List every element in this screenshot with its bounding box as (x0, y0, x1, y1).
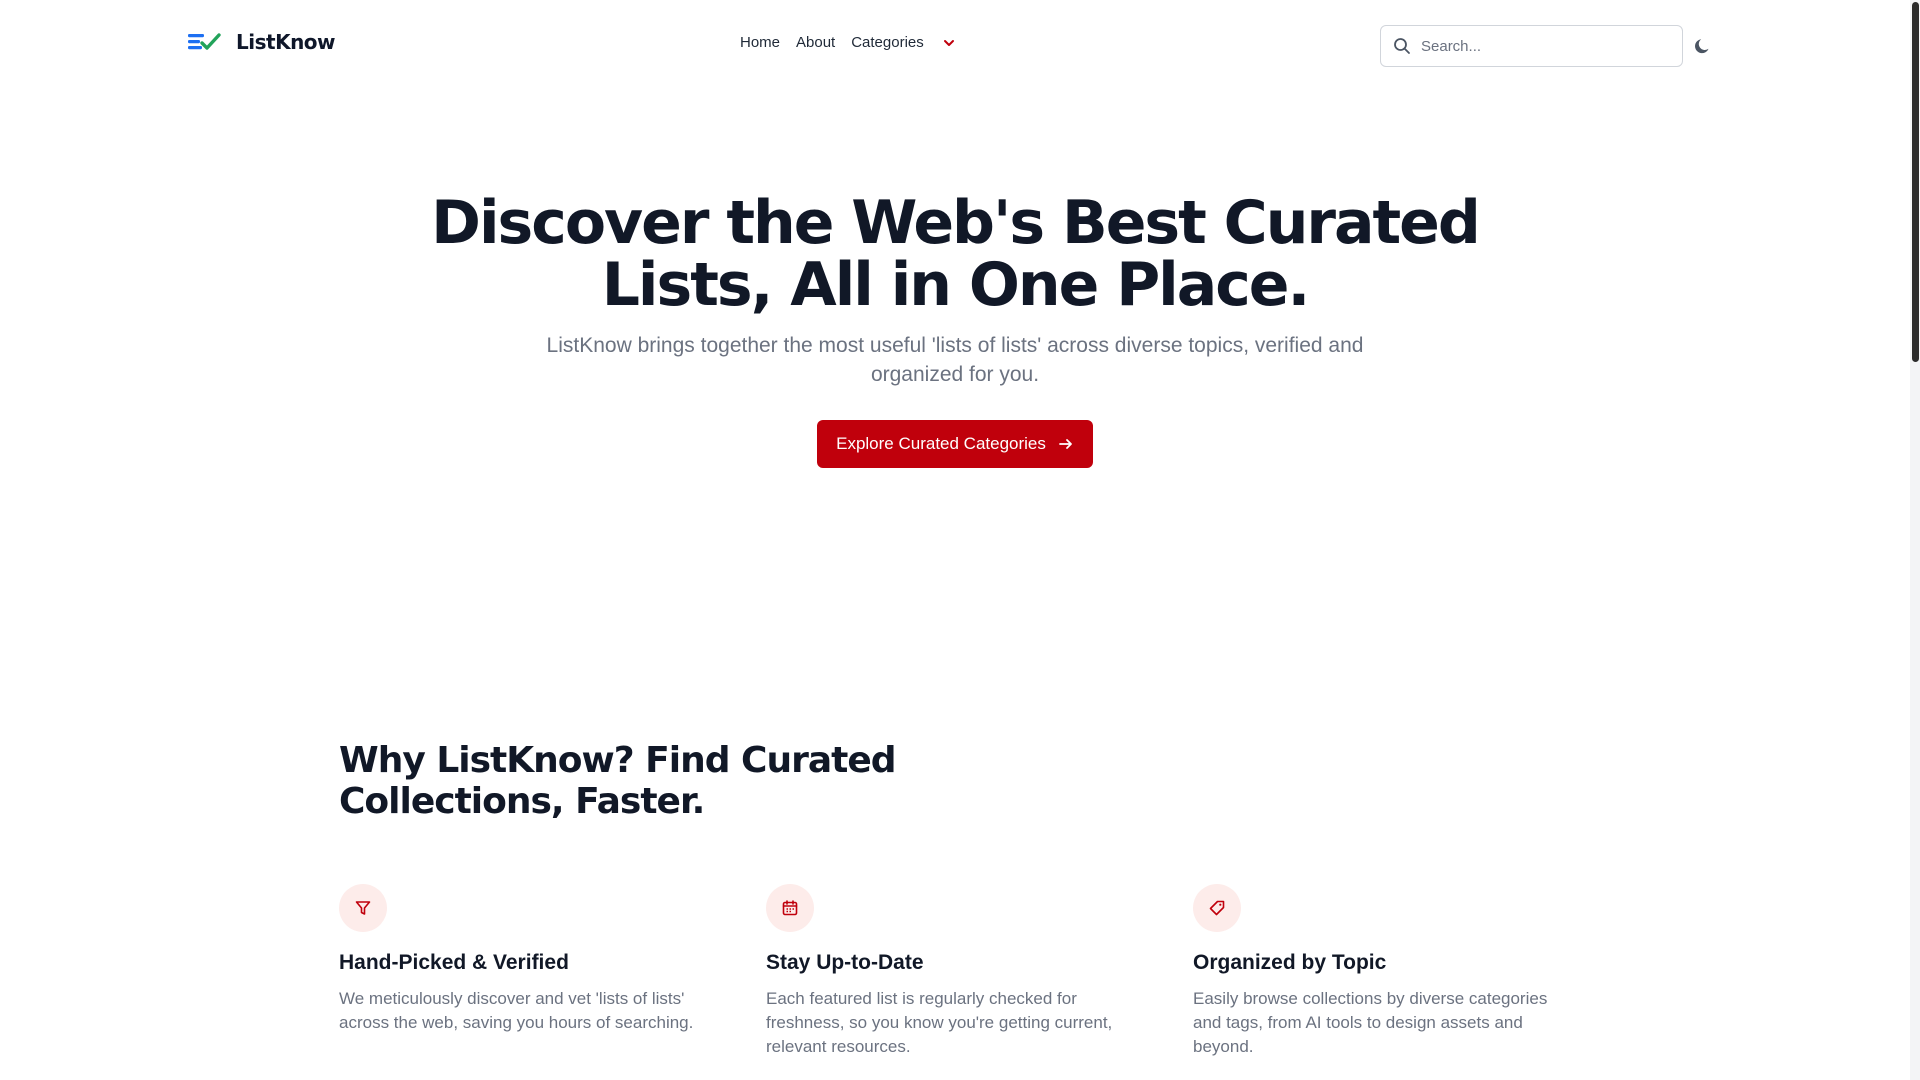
feature-icon-badge (339, 884, 387, 932)
site-header: ListKnow Home About Categories (0, 0, 1910, 92)
feature-text: Easily browse collections by diverse cat… (1193, 989, 1548, 1056)
feature-title: Stay Up-to-Date (766, 951, 924, 974)
explore-categories-label: Explore Curated Categories (836, 434, 1046, 453)
scrollbar-thumb[interactable] (1912, 2, 1919, 362)
hero-title: Discover the Web's Best Curated Lists, A… (431, 188, 1481, 320)
feature-card: Organized by Topic Easily browse collect… (1193, 884, 1565, 1059)
feature-title: Organized by Topic (1193, 951, 1387, 974)
feature-text: Each featured list is regularly checked … (766, 989, 1113, 1056)
hero-subtitle: ListKnow brings together the most useful… (546, 334, 1364, 386)
search-box[interactable] (1380, 25, 1683, 67)
feature-card: Stay Up-to-Date Each featured list is re… (766, 884, 1138, 1059)
search-icon (1394, 38, 1410, 54)
tag-icon (1209, 900, 1225, 916)
calendar-icon (782, 900, 798, 916)
moon-icon[interactable] (1693, 36, 1713, 56)
arrow-right-icon (1058, 439, 1072, 449)
feature-title: Hand-Picked & Verified (339, 951, 569, 974)
nav-about-link[interactable]: About (796, 34, 835, 51)
logo-text: ListKnow (236, 30, 336, 54)
filter-icon (355, 901, 371, 915)
explore-categories-button[interactable]: Explore Curated Categories (817, 420, 1093, 468)
main-nav: Home About Categories (740, 34, 956, 51)
feature-text: We meticulously discover and vet 'lists … (339, 989, 694, 1032)
why-section-title: Why ListKnow? Find Curated Collections, … (339, 740, 897, 822)
chevron-down-icon[interactable] (942, 36, 956, 50)
feature-card: Hand-Picked & Verified We meticulously d… (339, 884, 711, 1035)
nav-categories-dropdown[interactable]: Categories (851, 34, 956, 51)
logo-link[interactable]: ListKnow (188, 30, 336, 54)
search-input[interactable] (1421, 37, 1661, 55)
nav-home-link[interactable]: Home (740, 34, 780, 51)
feature-icon-badge (766, 884, 814, 932)
feature-icon-badge (1193, 884, 1241, 932)
list-check-logo-icon (188, 33, 221, 50)
nav-categories-label[interactable]: Categories (851, 34, 924, 51)
scrollbar-track[interactable] (1910, 0, 1920, 1080)
